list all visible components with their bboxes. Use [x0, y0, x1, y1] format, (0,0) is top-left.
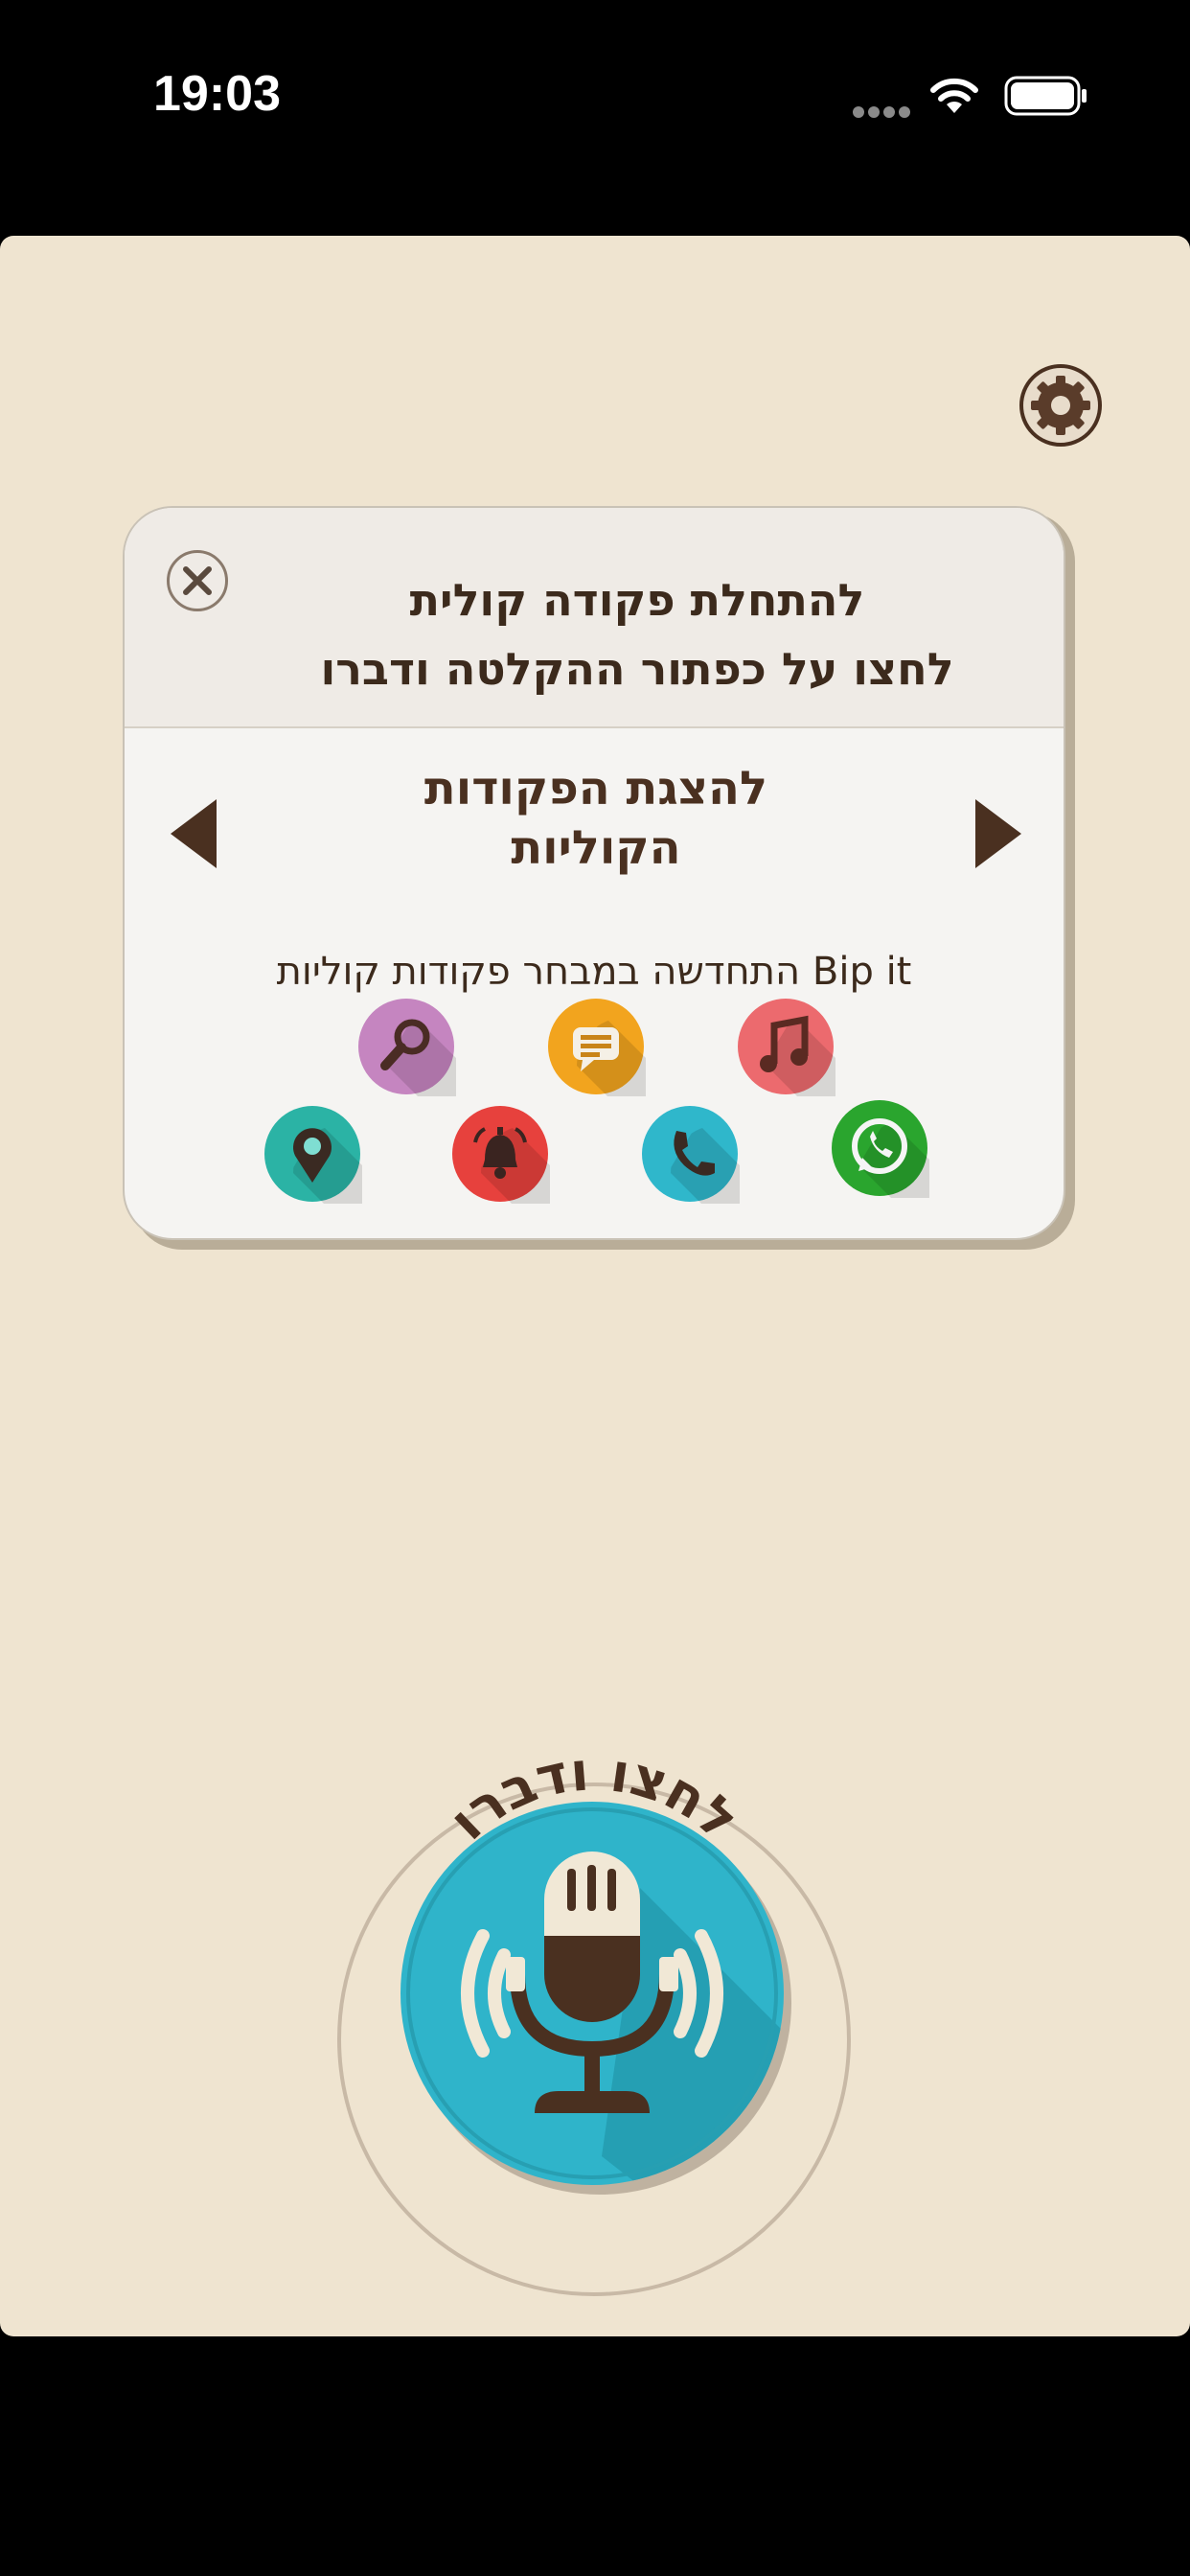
app-screen: להתחלת פקודה קולית לחצו על כפתור ההקלטה …: [0, 236, 1190, 2336]
alarm-icon: [452, 1106, 550, 1204]
card-header-text: להתחלת פקודה קולית לחצו על כפתור ההקלטה …: [240, 565, 1035, 703]
header-line-2: לחצו על כפתור ההקלטה ודברו: [320, 643, 954, 695]
close-button[interactable]: [167, 550, 228, 611]
message-icon: [548, 999, 646, 1096]
settings-gear-icon[interactable]: [1018, 362, 1104, 448]
close-icon: [183, 566, 212, 595]
location-icon: [264, 1106, 362, 1204]
header-line-1: להתחלת פקודה קולית: [409, 574, 865, 626]
search-icon: [358, 999, 456, 1096]
slide-title: להצגת הפקודות הקוליות: [297, 759, 895, 878]
music-icon: [738, 999, 835, 1096]
card-header: להתחלת פקודה קולית לחצו על כפתור ההקלטה …: [125, 508, 1064, 728]
whatsapp-icon: [832, 1100, 929, 1198]
battery-icon: [1004, 76, 1087, 116]
slide-title-line-2: הקוליות: [511, 821, 681, 875]
phone-icon: [642, 1106, 740, 1204]
previous-arrow-icon[interactable]: [167, 795, 220, 872]
status-bar: 19:03: [0, 0, 1190, 192]
record-button[interactable]: [391, 1792, 793, 2195]
slide-subtitle: Bip it התחדשה במבחר פקודות קוליות: [276, 950, 912, 994]
slide-title-line-1: להצגת הפקודות: [423, 762, 768, 816]
wifi-icon: [930, 78, 978, 113]
voice-commands-card: להתחלת פקודה קולית לחצו על כפתור ההקלטה …: [123, 506, 1065, 1240]
cellular-signal-icon: [853, 104, 914, 122]
next-arrow-icon[interactable]: [972, 795, 1025, 872]
status-time: 19:03: [153, 66, 281, 122]
